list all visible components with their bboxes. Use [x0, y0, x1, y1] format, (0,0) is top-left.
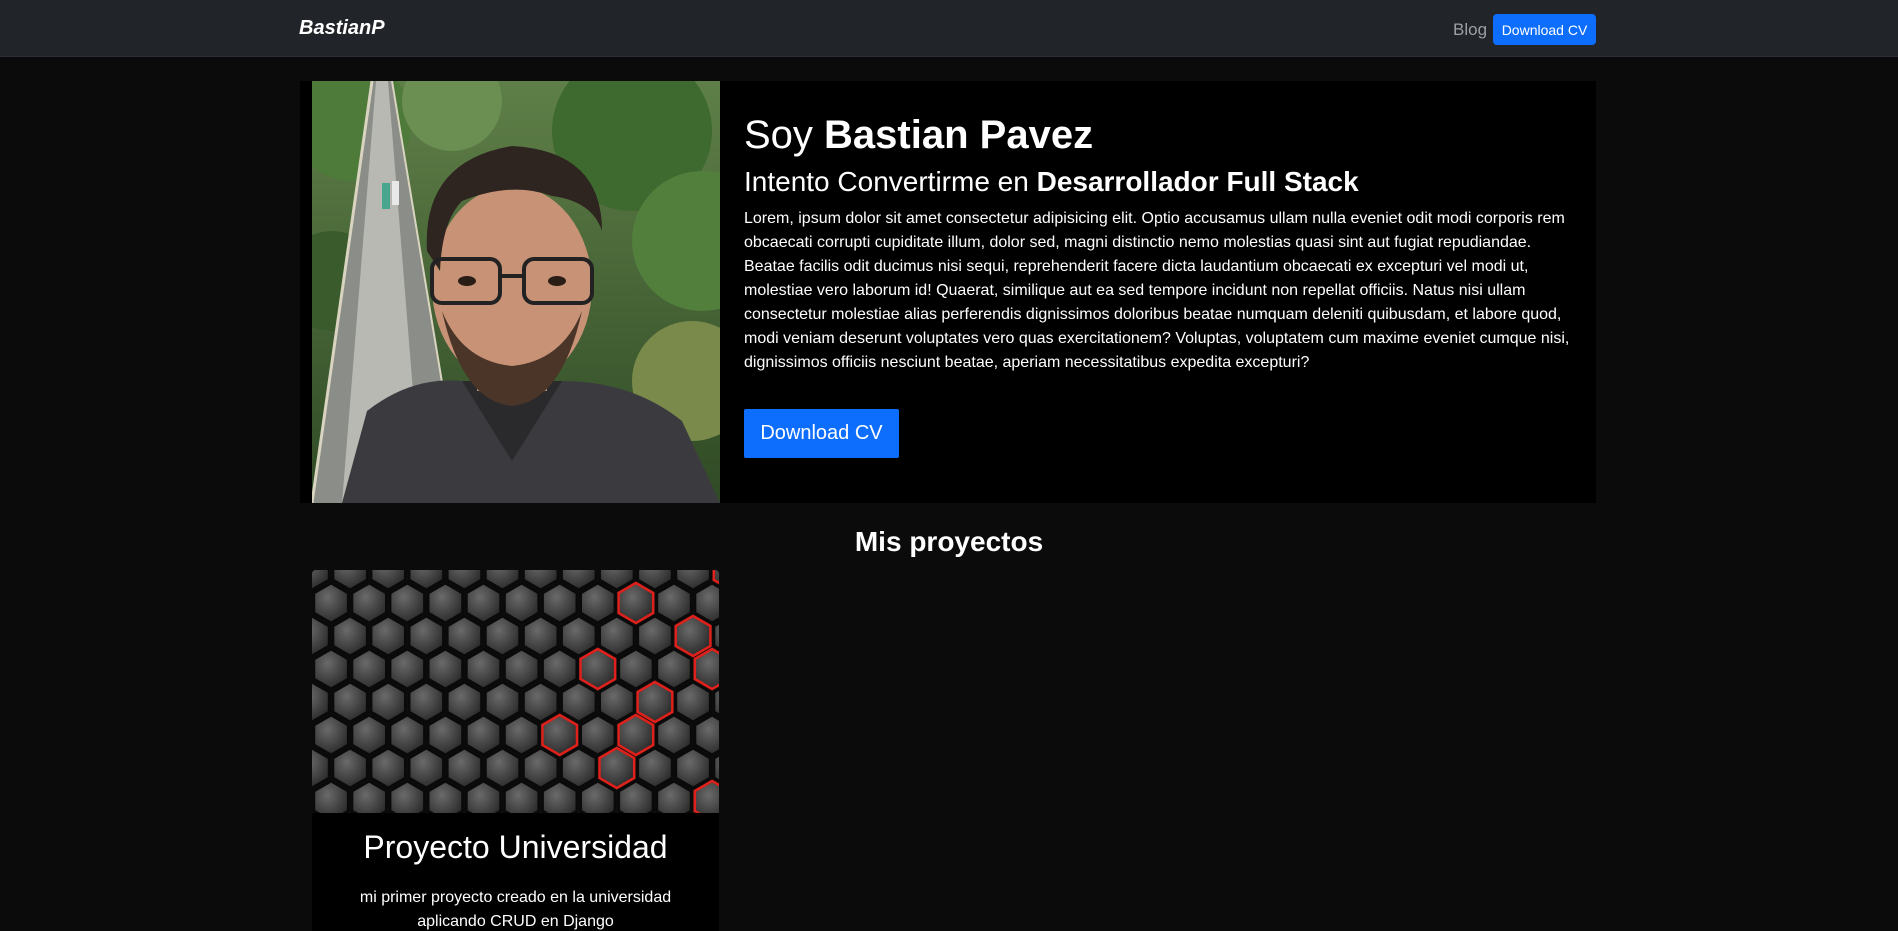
- hex-tile: [426, 713, 465, 757]
- hex-tile: [350, 713, 388, 757]
- hex-tile: [655, 581, 693, 625]
- hex-tile: [521, 614, 560, 658]
- hex-tile: [445, 614, 484, 658]
- hex-tile: [464, 581, 503, 625]
- hex-tile: [579, 581, 617, 625]
- hex-tile: [674, 614, 712, 658]
- profile-photo: [312, 81, 720, 503]
- brand-logo[interactable]: BastianP: [299, 17, 385, 40]
- hex-tile: [521, 680, 560, 724]
- hex-tile: [426, 581, 465, 625]
- nav-download-cv-button[interactable]: Download CV: [1493, 14, 1596, 45]
- hex-tile: [407, 746, 446, 790]
- project-card-image: [312, 570, 719, 823]
- hex-tile: [464, 647, 503, 691]
- hex-tile: [445, 746, 484, 790]
- hex-tile: [483, 614, 522, 658]
- hex-tile: [483, 680, 522, 724]
- hex-tile: [331, 746, 369, 790]
- hex-tile: [407, 680, 446, 724]
- hex-tile: [426, 647, 465, 691]
- hex-tile: [502, 647, 541, 691]
- hex-tile: [350, 647, 388, 691]
- hex-tile: [598, 614, 636, 658]
- hero-title-prefix: Soy: [744, 113, 825, 157]
- hex-tile: [655, 713, 693, 757]
- hex-tile: [350, 581, 388, 625]
- hero-description: Lorem, ipsum dolor sit amet consectetur …: [744, 209, 1570, 371]
- hex-tile: [636, 614, 674, 658]
- hex-tile: [636, 680, 674, 724]
- hex-tile: [483, 746, 522, 790]
- hex-tile: [502, 713, 541, 757]
- hex-tile: [369, 614, 407, 658]
- hex-tile: [674, 680, 712, 724]
- hex-tile: [674, 746, 712, 790]
- hex-tile: [579, 713, 617, 757]
- hex-tile: [541, 713, 579, 757]
- projects-section-title: Mis proyectos: [854, 526, 1044, 557]
- hex-tile: [388, 647, 427, 691]
- hex-tile: [617, 647, 655, 691]
- hero-subtitle: Intento Convertirme en Desarrollador Ful…: [744, 165, 1574, 199]
- hex-tile: [312, 647, 350, 691]
- hex-tile: [464, 713, 503, 757]
- hex-tile: [312, 713, 350, 757]
- hex-tile: [445, 680, 484, 724]
- hex-tile: [407, 614, 446, 658]
- hex-tile: [598, 680, 636, 724]
- hero-download-cv-button[interactable]: Download CV: [744, 409, 899, 458]
- hex-tile: [331, 614, 369, 658]
- hex-tile: [312, 581, 350, 625]
- hex-tile: [617, 713, 655, 757]
- hero-title-name: Bastian Pavez: [824, 113, 1094, 157]
- project-card-description: mi primer proyecto creado en la universi…: [359, 889, 672, 930]
- hex-tile: [540, 647, 579, 691]
- hex-tile: [636, 746, 674, 790]
- hex-tile: [655, 647, 693, 691]
- hex-tile: [559, 746, 598, 790]
- hex-tile: [369, 680, 407, 724]
- project-card[interactable]: Proyecto Universidad mi primer proyecto …: [312, 570, 719, 931]
- hero-title: Soy Bastian Pavez: [744, 111, 1574, 159]
- project-card-title: Proyecto Universidad: [363, 829, 668, 865]
- hex-tile: [559, 680, 598, 724]
- hex-tile: [502, 581, 541, 625]
- hex-tile: [617, 581, 655, 625]
- navbar: BastianP Blog Download CV: [0, 0, 1898, 57]
- hex-tile: [598, 746, 636, 790]
- hex-tile: [369, 746, 407, 790]
- hex-tile: [559, 614, 598, 658]
- hex-tile: [540, 581, 579, 625]
- hex-tile: [388, 581, 427, 625]
- hero-subtitle-prefix: Intento Convertirme en: [744, 166, 1037, 197]
- hero-text: Soy Bastian Pavez Intento Convertirme en…: [744, 111, 1574, 375]
- hex-tile: [331, 680, 369, 724]
- hex-tile: [388, 713, 427, 757]
- hex-tile: [579, 647, 617, 691]
- hero-section: Soy Bastian Pavez Intento Convertirme en…: [300, 81, 1596, 503]
- nav-link-blog[interactable]: Blog: [1453, 20, 1487, 40]
- hero-subtitle-role: Desarrollador Full Stack: [1036, 166, 1359, 197]
- hex-tile: [521, 746, 560, 790]
